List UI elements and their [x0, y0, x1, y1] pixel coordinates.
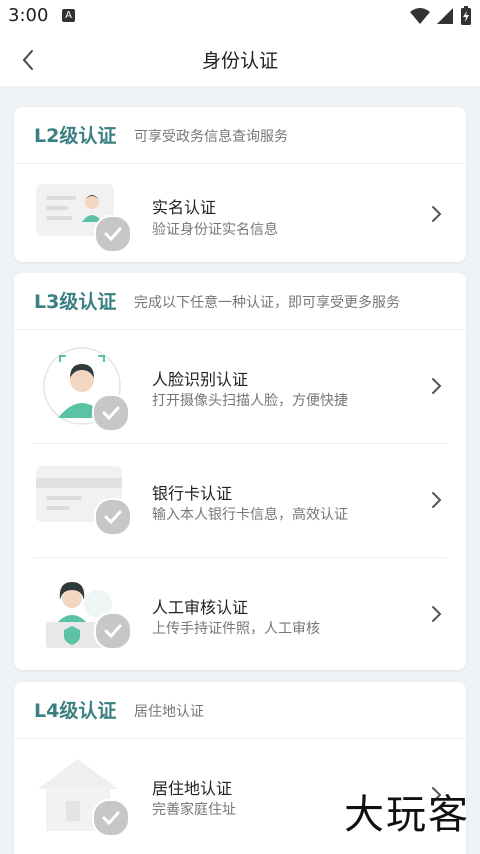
- section-card-l2: L2级认证 可享受政务信息查询服务 实名认证 验证身份证实名信息: [14, 107, 466, 262]
- list-item-real-name[interactable]: 实名认证 验证身份证实名信息: [14, 164, 466, 262]
- level-label: L4级认证: [34, 700, 117, 722]
- item-title: 人脸识别认证: [152, 370, 249, 389]
- chevron-right-icon: [432, 606, 442, 622]
- check-badge-icon: [94, 612, 132, 650]
- list-item-bank-card[interactable]: 银行卡认证 输入本人银行卡信息，高效认证: [14, 444, 466, 558]
- item-subtitle: 上传手持证件照，人工审核: [152, 621, 320, 637]
- status-icons: [410, 6, 472, 26]
- signal-icon: [437, 8, 453, 24]
- item-subtitle: 验证身份证实名信息: [152, 222, 278, 238]
- item-subtitle: 输入本人银行卡信息，高效认证: [152, 507, 348, 523]
- item-title: 人工审核认证: [152, 598, 249, 617]
- status-bar: 3:00 A: [0, 0, 480, 32]
- level-description: 居住地认证: [134, 704, 204, 720]
- section-header: L2级认证 可享受政务信息查询服务: [14, 107, 466, 164]
- level-description: 完成以下任意一种认证，即可享受更多服务: [134, 295, 400, 311]
- item-subtitle: 打开摄像头扫描人脸，方便快捷: [152, 393, 348, 409]
- header: 身份认证: [0, 32, 480, 86]
- section-card-l3: L3级认证 完成以下任意一种认证，即可享受更多服务 人脸识别认证 打开摄像头扫描…: [14, 273, 466, 670]
- item-title: 居住地认证: [152, 779, 233, 798]
- chevron-right-icon: [432, 206, 442, 222]
- item-title: 实名认证: [152, 198, 217, 217]
- section-header: L4级认证 居住地认证: [14, 682, 466, 739]
- page-title: 身份认证: [201, 50, 278, 72]
- status-time: 3:00: [8, 5, 49, 26]
- chevron-right-icon: [432, 492, 442, 508]
- check-badge-icon: [92, 394, 130, 432]
- check-badge-icon: [94, 215, 132, 253]
- item-subtitle: 完善家庭住址: [152, 802, 236, 818]
- level-label: L2级认证: [34, 125, 117, 147]
- level-description: 可享受政务信息查询服务: [134, 129, 288, 145]
- watermark: 大玩客: [344, 792, 470, 838]
- list-item-manual-review[interactable]: 人工审核认证 上传手持证件照，人工审核: [14, 558, 466, 670]
- chevron-right-icon: [432, 378, 442, 394]
- notification-icon: A: [62, 9, 75, 22]
- level-label: L3级认证: [34, 291, 117, 313]
- list-item-face-recognition[interactable]: 人脸识别认证 打开摄像头扫描人脸，方便快捷: [14, 330, 466, 444]
- section-header: L3级认证 完成以下任意一种认证，即可享受更多服务: [14, 273, 466, 330]
- check-badge-icon: [94, 498, 132, 536]
- wifi-icon: [410, 8, 430, 24]
- battery-charging-icon: [461, 6, 471, 25]
- item-title: 银行卡认证: [152, 484, 233, 503]
- check-badge-icon: [92, 799, 130, 837]
